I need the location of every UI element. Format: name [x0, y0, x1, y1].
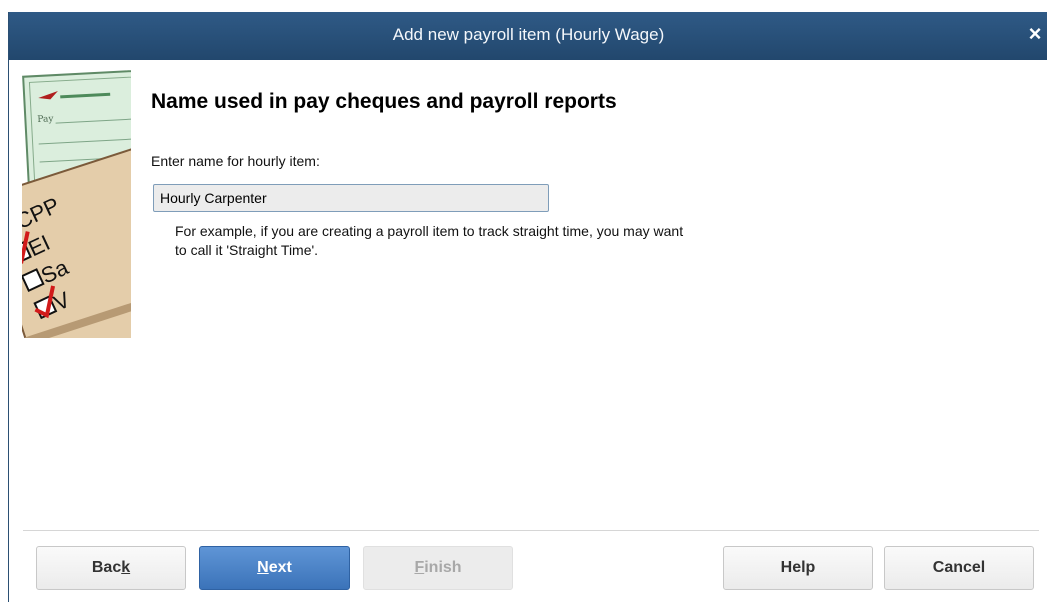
name-field-label: Enter name for hourly item:	[151, 153, 320, 169]
pay-label: Pay	[37, 114, 55, 125]
footer-divider	[23, 530, 1039, 531]
payroll-form-icon: Pay CPP EI Sa V	[22, 70, 131, 338]
example-hint-line-1: For example, if you are creating a payro…	[175, 223, 684, 239]
next-button[interactable]: Next	[199, 546, 350, 590]
close-button[interactable]: ×	[1024, 21, 1046, 47]
example-hint-line-2: to call it 'Straight Time'.	[175, 242, 319, 258]
example-hint: For example, if you are creating a payro…	[175, 222, 875, 260]
finish-button[interactable]: Finish	[363, 546, 513, 590]
cancel-button[interactable]: Cancel	[884, 546, 1034, 590]
dialog-window: Add new payroll item (Hourly Wage) × Pay	[8, 12, 1047, 602]
title-bar[interactable]: Add new payroll item (Hourly Wage) ×	[9, 12, 1047, 60]
back-button[interactable]: Back	[36, 546, 186, 590]
help-button[interactable]: Help	[723, 546, 873, 590]
hourly-item-name-input[interactable]	[153, 184, 549, 212]
close-icon: ×	[1028, 21, 1042, 46]
page-heading: Name used in pay cheques and payroll rep…	[151, 90, 617, 113]
dialog-title: Add new payroll item (Hourly Wage)	[392, 25, 665, 44]
payroll-checklist-illustration: Pay CPP EI Sa V	[22, 70, 131, 338]
